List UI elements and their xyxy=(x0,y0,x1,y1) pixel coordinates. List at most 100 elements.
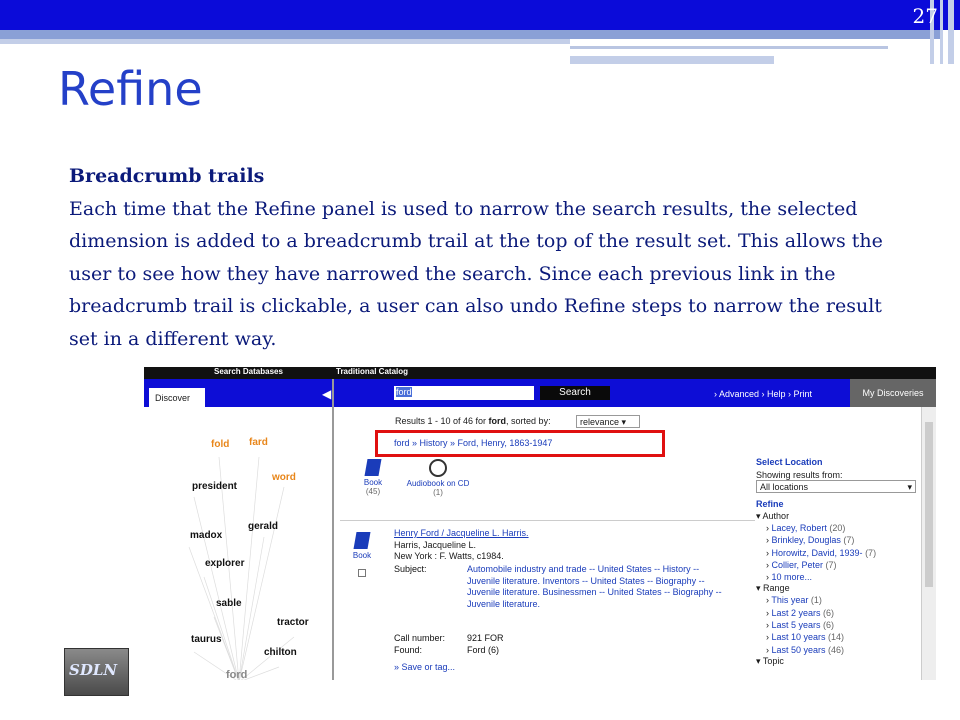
slide-title: Refine xyxy=(58,62,203,116)
triangle-down-icon: ▾ xyxy=(756,511,761,521)
record-select-checkbox[interactable] xyxy=(358,569,366,577)
results-term: ford xyxy=(488,416,507,426)
cloud-word-fard[interactable]: fard xyxy=(249,437,268,448)
facet-item-label: Collier, Peter xyxy=(771,559,824,570)
breadcrumb[interactable]: ford » History » Ford, Henry, 1863-1947 xyxy=(375,430,665,457)
sort-select-value: relevance xyxy=(580,417,620,427)
facet-item[interactable]: › This year (1) xyxy=(756,594,916,606)
subject-value[interactable]: Automobile industry and trade -- United … xyxy=(467,564,729,610)
refine-sidebar: Select Location Showing results from: Al… xyxy=(756,457,916,667)
record-type-label: Book xyxy=(352,551,372,560)
facet-label: Author xyxy=(762,511,790,521)
cloud-word-explorer[interactable]: explorer xyxy=(205,558,244,569)
facet-item-label: Last 50 years xyxy=(771,644,826,655)
facet-item-label: Brinkley, Douglas xyxy=(771,535,841,546)
facet-item-count: (7) xyxy=(865,547,877,558)
location-select-value: All locations xyxy=(760,482,809,492)
author-list: › Lacey, Robert (20) › Brinkley, Douglas … xyxy=(756,522,916,583)
facet-item[interactable]: › Last 5 years (6) xyxy=(756,619,916,631)
facet-item-label: Lacey, Robert xyxy=(771,523,827,533)
save-or-tag-link[interactable]: » Save or tag... xyxy=(394,662,455,674)
cloud-word-ford[interactable]: ford xyxy=(226,669,247,680)
triangle-down-icon: ▾ xyxy=(756,583,761,594)
format-audiobook[interactable]: Audiobook on CD (1) xyxy=(402,459,474,497)
scrollbar[interactable] xyxy=(921,407,936,680)
call-number-value: 921 FOR xyxy=(467,633,504,643)
sort-select[interactable]: relevance ▾ xyxy=(576,415,640,428)
facet-item[interactable]: › 10 more... xyxy=(756,571,916,583)
slide-number: 27 xyxy=(912,4,938,28)
header-vertical-stripe xyxy=(940,0,943,64)
refine-heading: Refine xyxy=(756,499,784,509)
facet-item-label: Horowitz, David, 1939- xyxy=(771,547,863,558)
section-heading: Breadcrumb trails xyxy=(69,165,265,187)
facet-item[interactable]: › Horowitz, David, 1939- (7) xyxy=(756,547,916,559)
cloud-word-word[interactable]: word xyxy=(272,472,296,483)
book-icon xyxy=(364,459,382,476)
found-label: Found: xyxy=(394,645,423,655)
facet-item-count: (20) xyxy=(829,523,846,533)
catalog-screenshot: Search Databases Traditional Catalog Dis… xyxy=(144,367,936,680)
record-title-link[interactable]: Henry Ford / Jacqueline L. Harris. xyxy=(394,528,529,538)
cloud-word-president[interactable]: president xyxy=(192,481,237,492)
result-divider xyxy=(340,520,755,521)
facet-range[interactable]: ▾ Range xyxy=(756,583,916,594)
facet-item-count: (14) xyxy=(828,632,845,643)
facet-item[interactable]: › Collier, Peter (7) xyxy=(756,559,916,571)
cloud-word-sable[interactable]: sable xyxy=(216,598,242,609)
facet-item-label: Last 5 years xyxy=(771,620,821,631)
subject-label: Subject: xyxy=(394,564,427,574)
body-paragraph: Each time that the Refine panel is used … xyxy=(69,197,883,350)
header-stripe xyxy=(570,46,888,49)
facet-item-count: (7) xyxy=(825,559,837,570)
scrollbar-thumb[interactable] xyxy=(925,422,933,587)
facet-item-count: (7) xyxy=(843,535,855,546)
cloud-word-taurus[interactable]: taurus xyxy=(191,634,222,645)
catalog-top-nav: Search Databases Traditional Catalog xyxy=(144,367,936,379)
my-discoveries-button[interactable]: My Discoveries xyxy=(850,379,936,407)
header-vertical-stripe xyxy=(948,0,954,64)
facet-item-label: Last 2 years xyxy=(771,607,821,618)
record-author: Harris, Jacqueline L. xyxy=(394,539,477,550)
format-count: (1) xyxy=(433,488,443,497)
facet-item-label: This year xyxy=(771,595,809,606)
facet-label: Topic xyxy=(762,655,784,666)
format-label: Audiobook on CD xyxy=(406,479,470,488)
triangle-down-icon: ▾ xyxy=(756,655,761,666)
cd-icon xyxy=(429,459,447,477)
cloud-word-chilton[interactable]: chilton xyxy=(264,647,297,658)
slide-header-bar xyxy=(0,0,960,30)
header-stripe xyxy=(0,30,940,39)
cloud-word-tractor[interactable]: tractor xyxy=(277,617,309,628)
collapse-panel-icon[interactable]: ◀ xyxy=(322,387,331,401)
location-select[interactable]: All locations ▾ xyxy=(756,480,916,493)
tab-discover[interactable]: Discover xyxy=(149,388,205,407)
call-number-label: Call number: xyxy=(394,633,446,643)
facet-label: Range xyxy=(763,583,790,594)
facet-topic[interactable]: ▾ Topic xyxy=(756,656,916,667)
found-value: Ford (6) xyxy=(467,645,500,655)
top-links[interactable]: › Advanced › Help › Print xyxy=(714,389,812,399)
search-input[interactable]: ford xyxy=(394,386,534,400)
chevron-down-icon: ▾ xyxy=(907,482,912,492)
chevron-down-icon: ▾ xyxy=(621,417,627,427)
facet-item[interactable]: › Brinkley, Douglas (7) xyxy=(756,534,916,546)
facet-author[interactable]: ▾ Author xyxy=(756,511,916,522)
facet-item[interactable]: › Last 10 years (14) xyxy=(756,631,916,643)
cloud-word-madox[interactable]: madox xyxy=(190,530,222,541)
results-summary: Results 1 - 10 of 46 for ford, sorted by… xyxy=(395,416,551,426)
search-button[interactable]: Search xyxy=(540,386,610,400)
book-icon xyxy=(353,532,371,549)
cloud-word-fold[interactable]: fold xyxy=(211,439,229,450)
nav-traditional-catalog[interactable]: Traditional Catalog xyxy=(336,367,408,376)
facet-item-count: (46) xyxy=(828,644,845,655)
facet-item[interactable]: › Last 2 years (6) xyxy=(756,607,916,619)
facet-item[interactable]: › Lacey, Robert (20) xyxy=(756,522,916,534)
nav-search-databases[interactable]: Search Databases xyxy=(214,367,283,376)
format-book[interactable]: Book (45) xyxy=(356,459,390,496)
facet-item-count: (6) xyxy=(823,607,835,618)
cloud-word-gerald[interactable]: gerald xyxy=(248,521,278,532)
facet-item-label: Last 10 years xyxy=(771,632,826,643)
format-label: Book xyxy=(363,478,383,487)
facet-item[interactable]: › Last 50 years (46) xyxy=(756,644,916,656)
